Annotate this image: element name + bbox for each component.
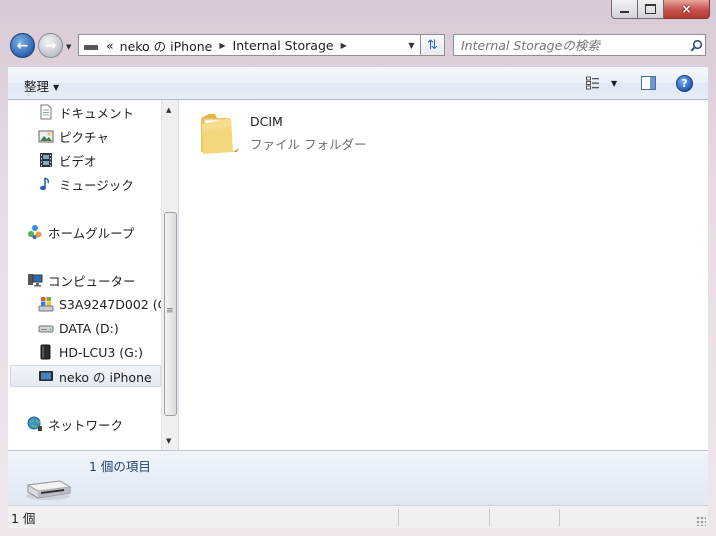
list-item[interactable]: DCIM ファイル フォルダー bbox=[197, 108, 366, 156]
windows-drive-icon bbox=[38, 297, 54, 312]
scroll-up-icon[interactable]: ▲ bbox=[166, 106, 171, 114]
recent-pages-dropdown[interactable]: ▼ bbox=[66, 43, 71, 51]
nav-item-label: S3A9247D002 (C: bbox=[59, 296, 161, 312]
forward-button[interactable]: → bbox=[38, 33, 63, 58]
maximize-button[interactable] bbox=[638, 0, 664, 19]
document-icon bbox=[40, 104, 52, 120]
chevron-down-icon: ▼ bbox=[53, 83, 60, 92]
change-view-button[interactable]: ▼ bbox=[586, 76, 617, 90]
breadcrumb-separator-icon[interactable]: ▶ bbox=[216, 41, 228, 50]
maximize-icon bbox=[645, 4, 656, 14]
breadcrumb-storage[interactable]: Internal Storage bbox=[229, 35, 338, 55]
status-text: 1 個 bbox=[11, 510, 36, 526]
close-button[interactable]: × bbox=[664, 0, 710, 19]
nav-item-drive-d[interactable]: DATA (D:) bbox=[38, 317, 119, 339]
chevron-down-icon: ▼ bbox=[611, 78, 618, 88]
music-icon bbox=[40, 177, 50, 191]
nav-item-label: neko の iPhone bbox=[59, 369, 152, 385]
scroll-grip-icon: ≡ bbox=[166, 306, 174, 316]
nav-item-label: ピクチャ bbox=[59, 129, 109, 145]
homegroup-icon bbox=[28, 225, 42, 239]
navigation-pane: ドキュメント ピクチャ ビデオ ミュージック ホームグループ コンピューター S… bbox=[8, 100, 161, 450]
nav-item-label: コンピューター bbox=[48, 273, 136, 289]
resize-grip-icon[interactable] bbox=[696, 516, 706, 526]
file-type: ファイル フォルダー bbox=[250, 137, 367, 152]
computer-icon bbox=[28, 274, 43, 287]
preview-pane-button[interactable] bbox=[641, 76, 656, 90]
breadcrumb-overflow[interactable]: « bbox=[98, 35, 116, 55]
nav-item-computer[interactable]: コンピューター bbox=[27, 269, 136, 291]
nav-item-label: ホームグループ bbox=[48, 225, 135, 241]
pictures-icon bbox=[38, 130, 54, 143]
portable-device-icon bbox=[39, 371, 53, 381]
nav-item-music[interactable]: ミュージック bbox=[38, 173, 134, 195]
portable-drive-icon bbox=[26, 480, 72, 500]
back-button[interactable]: ← bbox=[10, 33, 35, 58]
nav-item-drive-c[interactable]: S3A9247D002 (C: bbox=[38, 293, 161, 315]
nav-item-homegroup[interactable]: ホームグループ bbox=[27, 221, 134, 243]
forward-arrow-icon: → bbox=[44, 37, 57, 54]
organize-label: 整理 bbox=[24, 79, 50, 94]
breadcrumb-device[interactable]: neko の iPhone bbox=[116, 35, 217, 55]
back-arrow-icon: ← bbox=[16, 37, 29, 54]
network-icon bbox=[27, 416, 42, 431]
nav-item-label: ドキュメント bbox=[59, 105, 135, 121]
address-dropdown-icon[interactable]: ▼ bbox=[403, 41, 420, 50]
address-bar[interactable]: « neko の iPhone ▶ Internal Storage ▶ ▼ bbox=[78, 34, 421, 56]
explorer-window: × ← → ▼ « neko の iPhone ▶ Internal Stora… bbox=[0, 0, 716, 536]
nav-item-documents[interactable]: ドキュメント bbox=[38, 101, 134, 123]
nav-item-label: ミュージック bbox=[59, 177, 134, 193]
external-drive-icon bbox=[40, 344, 51, 360]
command-bar: 整理 ▼ ▼ ? bbox=[8, 66, 708, 100]
video-icon bbox=[40, 153, 52, 167]
organize-button[interactable]: 整理 ▼ bbox=[24, 76, 59, 95]
search-input[interactable] bbox=[454, 36, 687, 54]
nav-item-network[interactable]: ネットワーク bbox=[27, 413, 123, 435]
nav-item-label: DATA (D:) bbox=[59, 320, 119, 336]
status-divider bbox=[559, 509, 560, 526]
search-box[interactable] bbox=[453, 34, 706, 56]
folder-icon bbox=[201, 114, 239, 154]
breadcrumb-separator-icon[interactable]: ▶ bbox=[338, 41, 350, 50]
nav-item-pictures[interactable]: ピクチャ bbox=[38, 125, 109, 147]
minimize-icon bbox=[620, 11, 629, 13]
status-divider bbox=[398, 509, 399, 526]
navigation-scrollbar[interactable]: ▲ ≡ ▼ bbox=[161, 100, 178, 450]
status-divider bbox=[489, 509, 490, 526]
refresh-button[interactable]: ⇅ bbox=[421, 34, 445, 56]
hard-drive-icon bbox=[38, 325, 54, 333]
nav-item-label: ネットワーク bbox=[48, 417, 124, 433]
device-icon bbox=[84, 45, 98, 50]
help-icon: ? bbox=[681, 77, 688, 90]
file-list: DCIM ファイル フォルダー bbox=[179, 100, 708, 450]
nav-item-drive-g[interactable]: HD-LCU3 (G:) bbox=[38, 341, 143, 363]
search-icon[interactable] bbox=[687, 39, 705, 52]
nav-item-iphone[interactable]: neko の iPhone bbox=[10, 365, 161, 387]
status-bar: 1 個 bbox=[8, 505, 708, 528]
nav-item-videos[interactable]: ビデオ bbox=[38, 149, 97, 171]
minimize-button[interactable] bbox=[611, 0, 638, 19]
close-icon: × bbox=[681, 2, 692, 16]
scroll-down-icon[interactable]: ▼ bbox=[166, 437, 171, 445]
details-pane: 1 個の項目 bbox=[8, 450, 708, 505]
nav-item-label: HD-LCU3 (G:) bbox=[59, 344, 143, 360]
help-button[interactable]: ? bbox=[676, 75, 693, 92]
view-options-icon bbox=[586, 76, 599, 90]
file-name: DCIM bbox=[250, 114, 283, 129]
nav-item-label: ビデオ bbox=[59, 153, 97, 169]
caption-buttons: × bbox=[611, 0, 710, 20]
item-count: 1 個の項目 bbox=[89, 459, 151, 474]
refresh-icon: ⇅ bbox=[427, 37, 438, 53]
